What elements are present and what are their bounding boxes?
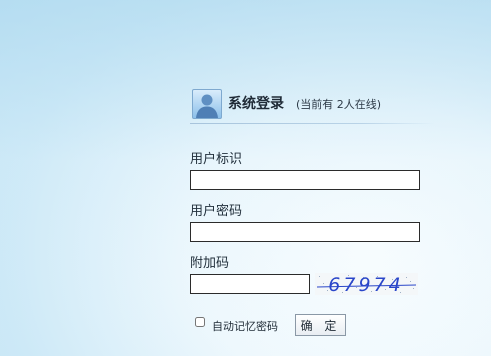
captcha-image[interactable]: 67974: [315, 273, 418, 296]
remember-password: 自动记忆密码: [195, 317, 290, 333]
username-input[interactable]: [190, 170, 420, 190]
login-header: 系统登录 (当前有 2人在线): [190, 88, 450, 122]
online-status: (当前有 2人在线): [296, 98, 382, 111]
captcha-input[interactable]: [190, 274, 310, 294]
submit-button[interactable]: 确 定: [295, 314, 346, 336]
username-label: 用户标识: [190, 152, 243, 167]
header-divider: [190, 123, 435, 124]
login-title: 系统登录: [228, 96, 284, 112]
remember-label: 自动记忆密码: [212, 320, 278, 333]
user-avatar-icon: [192, 89, 222, 119]
captcha-label: 附加码: [190, 256, 230, 271]
captcha-image-text: 67974: [328, 274, 403, 295]
password-label: 用户密码: [190, 204, 243, 219]
login-panel: 系统登录 (当前有 2人在线) 用户标识 用户密码 附加码 67974 自动记忆…: [190, 88, 490, 356]
password-input[interactable]: [190, 222, 420, 242]
remember-checkbox[interactable]: [195, 317, 205, 327]
